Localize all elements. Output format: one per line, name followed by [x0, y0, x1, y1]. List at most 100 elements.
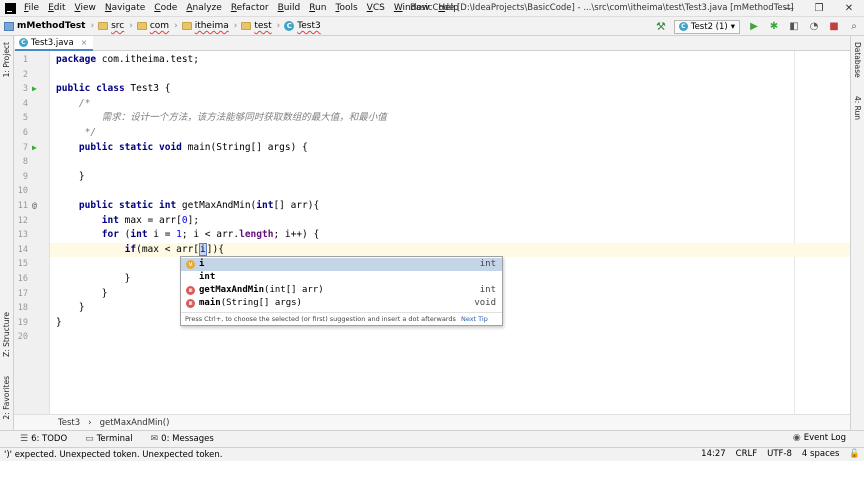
breadcrumb-com[interactable]: com › — [136, 21, 178, 31]
line-number[interactable]: 14 — [14, 243, 50, 258]
code-line[interactable]: public class Test3 { — [56, 82, 170, 97]
line-number[interactable]: 20 — [14, 330, 50, 345]
coverage-icon[interactable]: ◧ — [788, 21, 800, 32]
line-number-text: 3 — [22, 84, 28, 95]
tool-button-label: 6: TODO — [31, 434, 68, 444]
code-line[interactable]: package com.itheima.test; — [56, 53, 199, 68]
line-number[interactable]: 19 — [14, 316, 50, 331]
line-number[interactable]: 4 — [14, 97, 50, 112]
caret-position[interactable]: 14:27 — [701, 449, 726, 459]
code-line[interactable]: 需求：设计一个方法，该方法能够同时获取数组的最大值，和最小值 — [56, 111, 387, 126]
line-number[interactable]: 2 — [14, 68, 50, 83]
hammer-icon[interactable]: ⚒ — [656, 20, 666, 33]
line-separator[interactable]: CRLF — [736, 449, 757, 459]
breadcrumb-src[interactable]: src › — [98, 21, 133, 31]
menu-build[interactable]: Build — [278, 3, 301, 13]
next-tip-link[interactable]: Next Tip — [461, 315, 488, 323]
tool-button-messages[interactable]: ✉ 0: Messages — [151, 434, 214, 444]
menu-view[interactable]: View — [75, 3, 96, 13]
line-number[interactable]: 18 — [14, 301, 50, 316]
breadcrumb-itheima[interactable]: itheima › — [181, 21, 237, 31]
menu-code[interactable]: Code — [154, 3, 177, 13]
stop-icon[interactable]: ■ — [828, 21, 840, 32]
structure-tool-tab[interactable]: Z: Structure — [2, 312, 11, 357]
line-number-text: 15 — [17, 259, 28, 270]
profile-icon[interactable]: ◔ — [808, 21, 820, 32]
line-number[interactable]: 16 — [14, 272, 50, 287]
lock-icon[interactable]: 🔓 — [849, 449, 860, 459]
menu-vcs[interactable]: VCS — [367, 3, 385, 13]
code-breadcrumb: Test3 › getMaxAndMin() — [14, 414, 850, 430]
autocomplete-item-label: i — [199, 259, 205, 269]
chevron-down-icon: ▾ — [730, 21, 735, 32]
variable-icon: v — [186, 260, 195, 269]
breadcrumb-test3[interactable]: C Test3 — [284, 21, 321, 31]
tool-button-label: Terminal — [96, 434, 133, 444]
minimize-button[interactable]: — — [774, 0, 804, 17]
line-number[interactable]: 11 @ — [14, 199, 50, 214]
breadcrumb-mmethodtest[interactable]: mMethodTest › — [4, 21, 94, 31]
code-breadcrumb-item[interactable]: getMaxAndMin() — [100, 418, 170, 428]
line-number[interactable]: 17 — [14, 287, 50, 302]
code-line[interactable]: int max = arr[0]; — [56, 214, 199, 229]
menu-refactor[interactable]: Refactor — [231, 3, 269, 13]
code-line[interactable]: for (int i = 1; i < arr.length; i++) { — [56, 228, 319, 243]
code-line[interactable]: public static void main(String[] args) { — [56, 141, 308, 156]
code-breadcrumb-item[interactable]: Test3 — [58, 418, 80, 428]
favorites-tool-tab[interactable]: 2: Favorites — [2, 376, 11, 420]
menu-navigate[interactable]: Navigate — [105, 3, 145, 13]
run-tool-tab[interactable]: 4: Run — [853, 96, 862, 120]
file-encoding[interactable]: UTF-8 — [767, 449, 792, 459]
project-tool-tab[interactable]: 1: Project — [2, 42, 11, 77]
run-configuration-select[interactable]: C Test2 (1) ▾ — [673, 19, 740, 34]
maximize-button[interactable]: ❐ — [804, 0, 834, 17]
editor-tab-test3[interactable]: C Test3.java × — [15, 36, 94, 51]
code-line[interactable]: public static int getMaxAndMin(int[] arr… — [56, 199, 319, 214]
tool-button-todo[interactable]: ☰ 6: TODO — [20, 434, 67, 444]
run-gutter-icon[interactable]: ▶ — [32, 141, 37, 156]
close-icon[interactable]: × — [81, 38, 88, 47]
menu-edit[interactable]: Edit — [48, 3, 65, 13]
autocomplete-item[interactable]: int — [181, 271, 502, 284]
menu-tools[interactable]: Tools — [335, 3, 357, 13]
code-line[interactable]: } — [56, 287, 108, 302]
close-button[interactable]: ✕ — [834, 0, 864, 17]
annotation-gutter-icon[interactable]: @ — [32, 199, 37, 214]
tool-button-label: 0: Messages — [161, 434, 214, 444]
line-number[interactable]: 15 — [14, 257, 50, 272]
run-gutter-icon[interactable]: ▶ — [32, 82, 37, 97]
line-number[interactable]: 9 — [14, 170, 50, 185]
event-log-button[interactable]: ◉ Event Log — [793, 433, 846, 443]
menu-analyze[interactable]: Analyze — [186, 3, 221, 13]
code-line[interactable]: } — [56, 170, 85, 185]
tool-button-terminal[interactable]: ▭ Terminal — [85, 434, 132, 444]
main-menu: File Edit View Navigate Code Analyze Refactor B… — [24, 3, 459, 13]
breadcrumb-test[interactable]: test › — [241, 21, 280, 31]
autocomplete-item[interactable]: v i int — [181, 258, 502, 271]
indent-setting[interactable]: 4 spaces — [802, 449, 839, 459]
code-line[interactable]: } — [56, 272, 131, 287]
run-icon[interactable]: ▶ — [748, 21, 760, 32]
line-number[interactable]: 3 ▶ — [14, 82, 50, 97]
line-number-text: 12 — [17, 215, 28, 226]
line-number[interactable]: 8 — [14, 155, 50, 170]
code-line[interactable]: /* — [56, 97, 90, 112]
debug-icon[interactable]: ✱ — [768, 21, 780, 32]
search-icon[interactable]: ⌕ — [848, 21, 860, 32]
line-number[interactable]: 5 — [14, 111, 50, 126]
code-line[interactable]: } — [56, 301, 85, 316]
line-number[interactable]: 1 — [14, 53, 50, 68]
autocomplete-item[interactable]: m main(String[] args) void — [181, 297, 502, 310]
line-number[interactable]: 13 — [14, 228, 50, 243]
menu-run[interactable]: Run — [309, 3, 326, 13]
line-number[interactable]: 12 — [14, 214, 50, 229]
code-line[interactable]: } — [56, 316, 62, 331]
menu-file[interactable]: File — [24, 3, 39, 13]
autocomplete-item[interactable]: m getMaxAndMin(int[] arr) int — [181, 284, 502, 297]
database-tool-tab[interactable]: Database — [853, 42, 862, 78]
code-editor[interactable]: package com.itheima.test; public class Te… — [50, 51, 850, 414]
line-number[interactable]: 6 — [14, 126, 50, 141]
code-line[interactable]: */ — [56, 126, 96, 141]
line-number[interactable]: 10 — [14, 184, 50, 199]
line-number[interactable]: 7 ▶ — [14, 141, 50, 156]
